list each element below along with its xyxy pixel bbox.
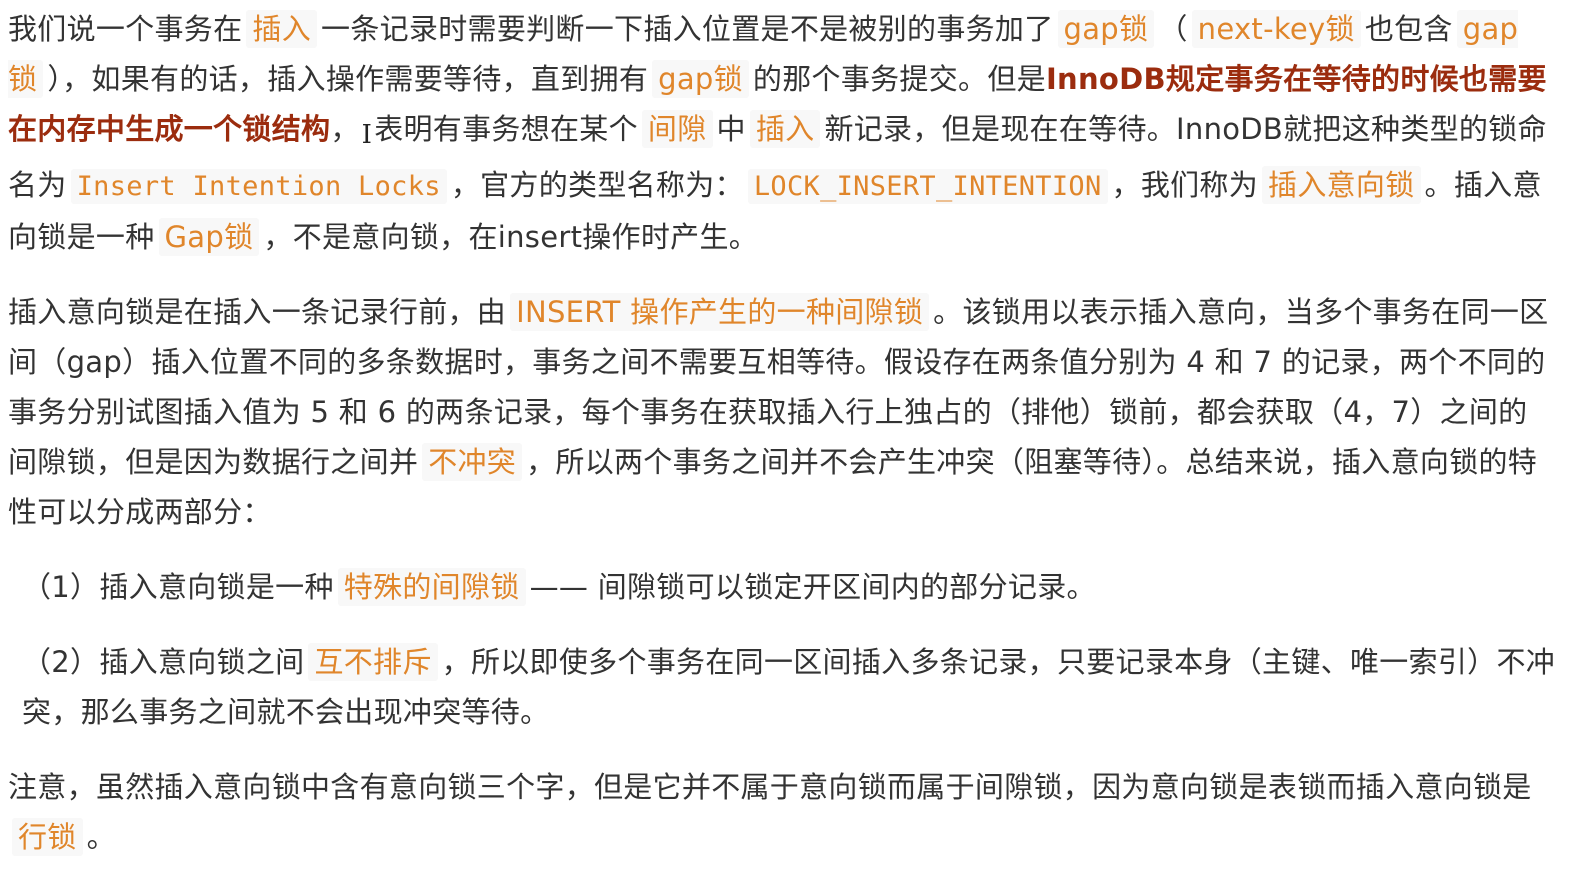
- document: 我们说一个事务在 插入 一条记录时需要判断一下插入位置是不是被别的事务加了 gap锁（…: [0, 0, 1586, 880]
- list-item-1: （1）插入意向锁是一种 特殊的间隙锁 —— 间隙锁可以锁定开区间内的部分记录。: [8, 562, 1556, 612]
- text: ，官方的类型名称为：: [450, 168, 744, 202]
- paragraph-insert-intention-intro: 我们说一个事务在 插入 一条记录时需要判断一下插入位置是不是被别的事务加了 gap锁（…: [8, 4, 1556, 262]
- text: 插入意向锁是在插入一条记录行前，由: [8, 295, 507, 329]
- inline-code: gap锁: [1057, 10, 1155, 48]
- inline-code: 插入意向锁: [1262, 166, 1421, 204]
- text: 的那个事务提交。但是: [752, 62, 1046, 96]
- inline-code: next-key锁: [1191, 10, 1361, 48]
- list-item-2: （2）插入意向锁之间 互不排斥 ，所以即使多个事务在同一区间插入多条记录，只要记录本…: [8, 637, 1556, 737]
- text: ，我们称为: [1111, 168, 1259, 202]
- inline-code: 特殊的间隙锁: [337, 568, 526, 606]
- text: 我们说一个事务在: [8, 12, 243, 46]
- inline-code: 间隙: [641, 110, 713, 148]
- inline-code: INSERT 操作产生的一种间隙锁: [510, 293, 930, 331]
- inline-code: 插入: [246, 10, 318, 48]
- text: 一条记录时需要判断一下插入位置是不是被别的事务加了: [321, 12, 1054, 46]
- text: 。: [86, 820, 116, 854]
- paragraph-insert-intention-detail: 插入意向锁是在插入一条记录行前，由 INSERT 操作产生的一种间隙锁 。该锁用以表…: [8, 287, 1556, 537]
- text: 中: [716, 112, 746, 146]
- inline-code: LOCK_INSERT_INTENTION: [747, 169, 1108, 204]
- text: ，不是意向锁，在insert操作时产生。: [263, 220, 759, 254]
- paragraph-note: 注意，虽然插入意向锁中含有意向锁三个字，但是它并不属于意向锁而属于间隙锁，因为意…: [8, 762, 1556, 862]
- text: —— 间隙锁可以锁定开区间内的部分记录。: [529, 570, 1096, 604]
- inline-code: 插入: [749, 110, 821, 148]
- inline-code: Gap锁: [158, 218, 260, 256]
- inline-code: gap锁: [652, 60, 749, 98]
- text: 注意，虽然插入意向锁中含有意向锁三个字，但是它并不属于意向锁而属于间隙锁，因为意…: [8, 770, 1532, 804]
- inline-code: 互不排斥: [308, 643, 438, 681]
- inline-code: Insert Intention Locks: [70, 169, 447, 204]
- text: 也包含: [1364, 12, 1453, 46]
- text: 表明有事务想在某个: [374, 112, 638, 146]
- inline-code: 不冲突: [422, 443, 523, 481]
- text: （: [1158, 12, 1188, 46]
- text-cursor-icon: I: [361, 120, 373, 150]
- text: ），如果有的话，插入操作需要等待，直到拥有: [47, 62, 649, 96]
- text: （1）插入意向锁是一种: [22, 570, 334, 604]
- inline-code: 行锁: [12, 818, 83, 856]
- text: ，: [330, 112, 360, 146]
- text: （2）插入意向锁之间: [22, 645, 305, 679]
